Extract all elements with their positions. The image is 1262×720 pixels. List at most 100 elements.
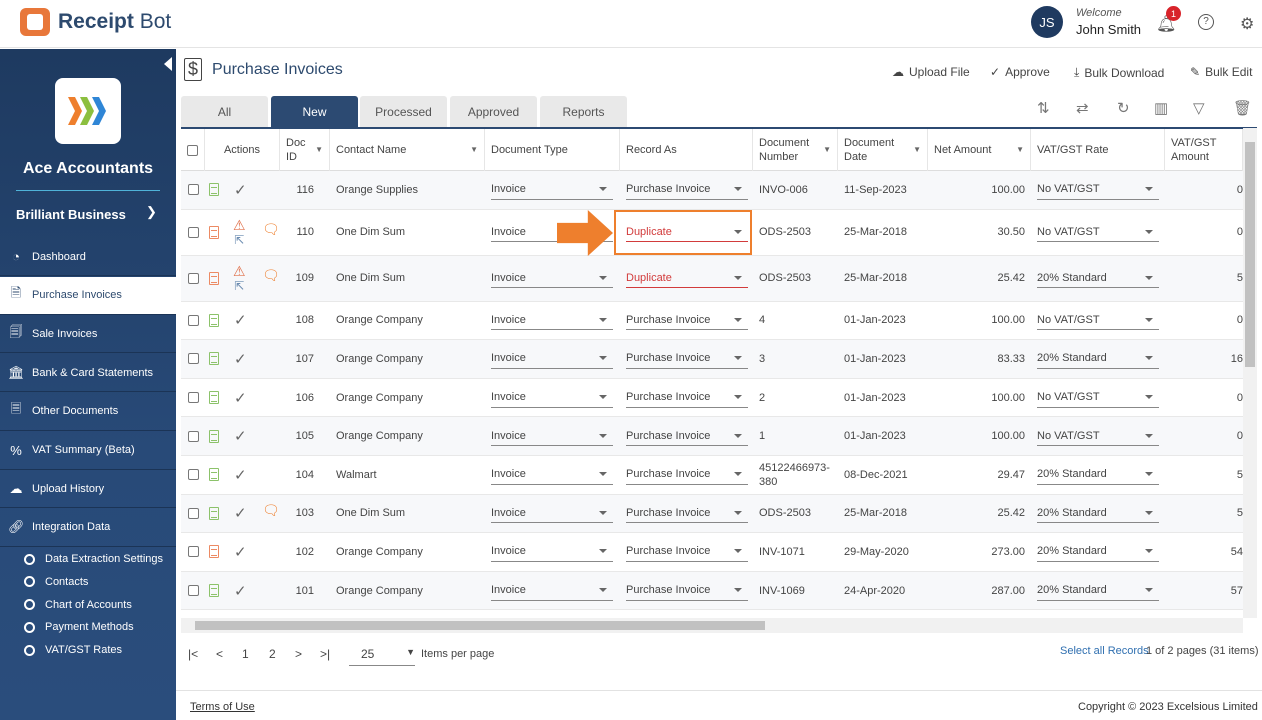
- help-icon[interactable]: ?: [1198, 14, 1214, 30]
- sidebar-item-other-documents[interactable]: 🗏 Other Documents: [0, 393, 176, 431]
- checkbox[interactable]: [188, 430, 199, 442]
- header-vat-gst-amount[interactable]: VAT/GST Amount: [1165, 129, 1243, 171]
- document-icon[interactable]: [209, 506, 219, 520]
- sort-icon[interactable]: ▼: [315, 143, 323, 157]
- document-type-select[interactable]: Invoice: [491, 581, 613, 601]
- row-select[interactable]: [188, 210, 199, 255]
- header-select-all[interactable]: [181, 129, 205, 171]
- share-icon[interactable]: ⇱: [234, 234, 244, 246]
- warning-icon[interactable]: ⚠: [233, 264, 246, 278]
- checkbox[interactable]: [188, 184, 199, 196]
- sidebar-subitem[interactable]: VAT/GST Rates: [24, 644, 122, 656]
- document-type-select[interactable]: Invoice: [491, 180, 613, 200]
- record-as-select[interactable]: Purchase Invoice: [626, 581, 748, 601]
- approve-check-icon[interactable]: ✓: [234, 302, 247, 340]
- vat-rate-select[interactable]: 20% Standard: [1037, 465, 1159, 485]
- terms-link[interactable]: Terms of Use: [190, 701, 255, 713]
- row-select[interactable]: [188, 495, 199, 533]
- sidebar-subitem[interactable]: Payment Methods: [24, 621, 134, 633]
- tab-all[interactable]: All: [181, 96, 268, 127]
- last-page-icon[interactable]: >|: [320, 647, 330, 661]
- document-icon[interactable]: [209, 225, 219, 239]
- header-doc-id[interactable]: Doc ID ▼: [280, 129, 330, 171]
- checkbox[interactable]: [188, 272, 199, 284]
- avatar[interactable]: JS: [1031, 6, 1063, 38]
- tab-reports[interactable]: Reports: [540, 96, 627, 127]
- row-select[interactable]: [188, 302, 199, 340]
- row-select[interactable]: [188, 379, 199, 417]
- vat-rate-select[interactable]: No VAT/GST: [1037, 388, 1159, 408]
- doc-status[interactable]: [209, 256, 219, 301]
- table-row[interactable]: ✓ 107 Orange Company 3 01-Jan-2023 83.33 16 Inv…: [181, 340, 1243, 379]
- refresh-icon[interactable]: ↻: [1117, 99, 1130, 117]
- table-row[interactable]: ✓ 106 Orange Company 2 01-Jan-2023 100.00 0 Inv…: [181, 379, 1243, 418]
- sidebar-item-vat-summary-beta-[interactable]: % VAT Summary (Beta): [0, 432, 176, 470]
- header-document-number[interactable]: Document Number ▼: [753, 129, 838, 171]
- checkbox[interactable]: [188, 392, 199, 404]
- trash-icon[interactable]: 🗑︎: [1233, 99, 1252, 117]
- approve-check-icon[interactable]: ✓: [234, 379, 247, 417]
- record-as-select[interactable]: Purchase Invoice: [626, 426, 748, 447]
- record-as-select[interactable]: Purchase Invoice: [626, 465, 748, 485]
- page-size-select[interactable]: 25 ▼: [349, 643, 415, 666]
- tab-processed[interactable]: Processed: [360, 96, 447, 127]
- table-row[interactable]: ✓ 101 Orange Company INV-1069 24-Apr-2020 287…: [181, 571, 1243, 610]
- approve-check-icon[interactable]: ✓: [234, 340, 247, 378]
- vat-rate-select[interactable]: 20% Standard: [1037, 503, 1159, 524]
- row-select[interactable]: [188, 533, 199, 571]
- table-row[interactable]: ✓ 104 Walmart 45122466973-380 08-Dec-2021 29.…: [181, 456, 1243, 495]
- bulk-download-button[interactable]: ⤓ Bulk Download: [1074, 65, 1164, 80]
- checkbox[interactable]: [187, 144, 198, 156]
- bulk-edit-button[interactable]: ✎ Bulk Edit: [1190, 65, 1252, 79]
- approve-check-icon[interactable]: ✓: [234, 572, 247, 610]
- document-icon[interactable]: [209, 545, 219, 559]
- table-row[interactable]: ✓ 105 Orange Company 1 01-Jan-2023 100.00 0 Inv…: [181, 417, 1243, 456]
- header-contact-name[interactable]: Contact Name ▼: [330, 129, 485, 171]
- vat-rate-select[interactable]: 20% Standard: [1037, 349, 1159, 369]
- document-icon[interactable]: [209, 429, 219, 443]
- approve-check-icon[interactable]: ✓: [234, 171, 247, 209]
- first-page-icon[interactable]: |<: [188, 647, 198, 661]
- sidebar-item-integration-data[interactable]: 🔗︎ Integration Data: [0, 509, 176, 547]
- document-type-select[interactable]: Invoice: [491, 268, 613, 289]
- record-as-select[interactable]: Purchase Invoice: [626, 542, 748, 562]
- business-selector[interactable]: Brilliant Business: [16, 207, 126, 222]
- tab-new[interactable]: New: [271, 96, 358, 127]
- document-icon[interactable]: [209, 391, 219, 405]
- sidebar-subitem[interactable]: Contacts: [24, 576, 88, 588]
- sidebar-item-sale-invoices[interactable]: 🗐 Sale Invoices: [0, 315, 176, 354]
- sidebar-item-purchase-invoices[interactable]: 🗎 Purchase Invoices: [0, 276, 176, 315]
- chevron-down-icon[interactable]: ❯: [146, 204, 157, 220]
- row-select[interactable]: [188, 417, 199, 455]
- row-select[interactable]: [188, 340, 199, 378]
- record-as-select[interactable]: Purchase Invoice: [626, 388, 748, 408]
- checkbox[interactable]: [188, 226, 199, 238]
- record-as-select[interactable]: Duplicate: [626, 268, 748, 289]
- document-icon[interactable]: [209, 313, 219, 327]
- sidebar-subitem[interactable]: Chart of Accounts: [24, 599, 132, 611]
- sort-icon[interactable]: ▼: [823, 143, 831, 157]
- header-net-amount[interactable]: Net Amount ▼: [928, 129, 1031, 171]
- doc-status[interactable]: [209, 379, 219, 417]
- share-icon[interactable]: ⇱: [234, 280, 244, 292]
- table-row[interactable]: ✓ 108 Orange Company 4 01-Jan-2023 100.00 0 Inv…: [181, 302, 1243, 341]
- table-row[interactable]: ✓ 116 Orange Supplies INVO-006 11-Sep-2023 10…: [181, 171, 1243, 210]
- doc-status[interactable]: [209, 572, 219, 610]
- sidebar-subitem[interactable]: Data Extraction Settings: [24, 553, 163, 565]
- checkbox[interactable]: [188, 469, 199, 481]
- document-type-select[interactable]: Invoice: [491, 465, 613, 485]
- document-type-select[interactable]: Invoice: [491, 542, 613, 562]
- row-select[interactable]: [188, 256, 199, 301]
- record-as-select[interactable]: Purchase Invoice: [626, 503, 748, 524]
- vat-rate-select[interactable]: 20% Standard: [1037, 581, 1159, 601]
- tab-approved[interactable]: Approved: [450, 96, 537, 127]
- document-type-select[interactable]: Invoice: [491, 349, 613, 369]
- header-record-as[interactable]: Record As: [620, 129, 753, 171]
- doc-status[interactable]: [209, 210, 219, 255]
- vertical-scrollbar[interactable]: [1243, 128, 1257, 618]
- document-type-select[interactable]: Invoice: [491, 503, 613, 524]
- gear-icon[interactable]: ⚙: [1240, 14, 1254, 34]
- sort-icon[interactable]: ▼: [470, 143, 478, 157]
- app-logo[interactable]: Receipt Bot: [20, 8, 171, 36]
- table-row[interactable]: ✓ 102 Orange Company INV-1071 29-May-2020 273…: [181, 533, 1243, 572]
